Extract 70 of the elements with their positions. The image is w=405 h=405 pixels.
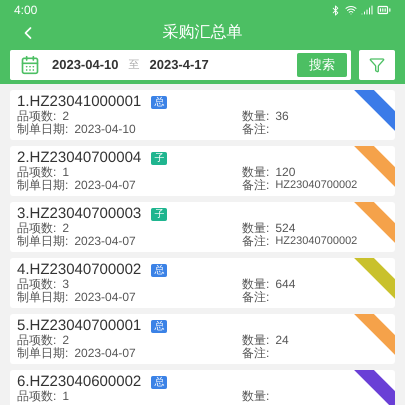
field-label: 品项数: — [17, 334, 56, 347]
field-label: 数量: — [242, 334, 270, 347]
field-value: 1 — [62, 390, 70, 403]
field-value: 2023-04-07 — [74, 179, 136, 192]
field-label: 制单日期: — [17, 235, 68, 248]
status-time: 4:00 — [14, 2, 38, 19]
field-label: 品项数: — [17, 222, 56, 235]
field-value: 644 — [275, 278, 296, 291]
field-label: 品项数: — [17, 278, 56, 291]
field-value: 120 — [275, 166, 296, 179]
range-separator: 至 — [128, 58, 140, 73]
field-value: 2023-04-07 — [74, 291, 136, 304]
calendar-icon — [20, 55, 40, 75]
filter-button[interactable] — [359, 50, 395, 80]
field-label: 制单日期: — [17, 291, 68, 304]
order-number: 3.HZ23040700003 — [17, 206, 142, 222]
order-card[interactable]: 4.HZ23040700002 总 品项数: 3 数量: 644 制单日期: 2023-04-07 备注: — [10, 258, 395, 308]
field-label: 备注: — [242, 347, 270, 360]
field-value: 2023-04-07 — [74, 347, 136, 360]
order-number: 5.HZ23040700001 — [17, 318, 142, 334]
order-type-tag: 总 — [151, 320, 168, 332]
field-value: HZ23040700002 — [275, 235, 358, 248]
end-date: 2023-4-17 — [150, 56, 209, 74]
field-label: 数量: — [242, 110, 270, 123]
order-card[interactable]: 2.HZ23040700004 子 品项数: 1 数量: 120 制单日期: 2023-04-07 备注: HZ23040700002 — [10, 146, 395, 196]
field-label: 品项数: — [17, 166, 56, 179]
field-label: 品项数: — [17, 110, 56, 123]
field-value: 36 — [275, 110, 289, 123]
field-value: HZ23040700002 — [275, 179, 358, 192]
field-value: 2 — [62, 110, 70, 123]
field-label: 制单日期: — [17, 179, 68, 192]
bluetooth-icon — [330, 4, 341, 16]
order-card[interactable]: 6.HZ23040600002 总 品项数: 1 数量: — [10, 370, 395, 405]
order-number: 1.HZ23041000001 — [17, 94, 142, 110]
order-card[interactable]: 5.HZ23040700001 总 品项数: 2 数量: 24 制单日期: 2023-04-07 备注: — [10, 314, 395, 364]
order-type-tag: 总 — [151, 96, 168, 108]
field-label: 备注: — [242, 235, 270, 248]
order-number: 2.HZ23040700004 — [17, 150, 142, 166]
field-value: 2023-04-07 — [74, 235, 136, 248]
field-label: 备注: — [242, 123, 270, 136]
filter-icon — [369, 57, 385, 73]
order-card[interactable]: 1.HZ23041000001 总 品项数: 2 数量: 36 制单日期: 2023-04-10 备注: — [10, 90, 395, 140]
signal-icon — [361, 4, 373, 16]
field-value: 1 — [62, 166, 70, 179]
field-label: 品项数: — [17, 390, 56, 403]
field-label: 数量: — [242, 390, 270, 403]
field-label: 备注: — [242, 179, 270, 192]
field-label: 数量: — [242, 278, 270, 291]
field-value: 24 — [275, 334, 289, 347]
field-label: 数量: — [242, 166, 270, 179]
order-card[interactable]: 3.HZ23040700003 子 品项数: 2 数量: 524 制单日期: 2023-04-07 备注: HZ23040700002 — [10, 202, 395, 252]
field-value: 524 — [275, 222, 296, 235]
field-value: 2 — [62, 334, 70, 347]
order-number: 6.HZ23040600002 — [17, 374, 142, 390]
field-label: 制单日期: — [17, 347, 68, 360]
field-value: 2023-04-10 — [74, 123, 136, 136]
order-number: 4.HZ23040700002 — [17, 262, 142, 278]
field-label: 数量: — [242, 222, 270, 235]
field-label: 备注: — [242, 291, 270, 304]
field-value: 3 — [62, 278, 70, 291]
order-type-tag: 总 — [151, 376, 168, 388]
page-title: 采购汇总单 — [162, 22, 242, 43]
field-label: 制单日期: — [17, 123, 68, 136]
date-range-field[interactable]: 2023-04-10 至 2023-4-17 搜索 — [10, 50, 351, 80]
battery-icon — [377, 3, 391, 17]
order-type-tag: 子 — [151, 208, 168, 220]
order-type-tag: 子 — [151, 152, 168, 164]
order-type-tag: 总 — [151, 264, 168, 276]
start-date: 2023-04-10 — [52, 56, 118, 74]
field-value: 2 — [62, 222, 70, 235]
